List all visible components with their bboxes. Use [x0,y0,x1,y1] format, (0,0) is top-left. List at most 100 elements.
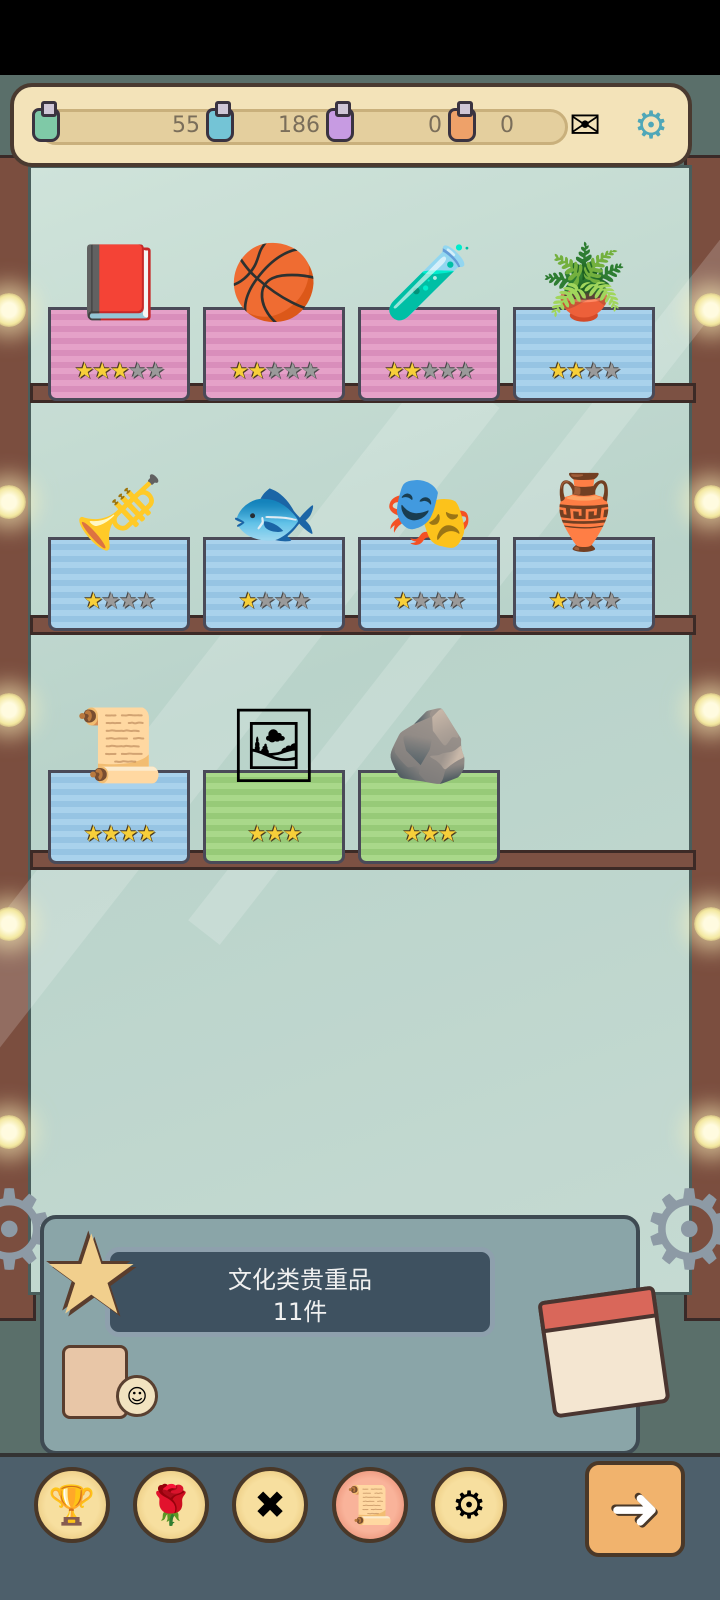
basketball-icon[interactable]: 🏀 [219,227,329,337]
star-icon: ★ [274,589,294,614]
star-icon: ★ [411,589,431,614]
star-icon: ★ [127,359,148,384]
nav-artifact-button[interactable]: 📜 [332,1467,408,1543]
star-icon: ★ [446,589,467,614]
carved-stone-icon[interactable]: 🪨 [374,690,484,800]
resource-counter [32,101,60,145]
coin-icon: ☺ [116,1375,158,1417]
resource-counter: 0 [392,101,476,145]
resource-counter: 55 [150,101,234,145]
ornate-plaque-icon[interactable]: 🖼 [219,690,329,800]
star-icon: ★ [300,359,321,384]
star-rating: ★★★★ [206,589,342,614]
star-icon: ★ [101,589,121,614]
nav-bones-button[interactable]: ✖ [232,1467,308,1543]
bulb-icon [694,1115,720,1149]
resource-value: 186 [278,112,320,138]
teal-ink-bottle-icon [206,101,234,142]
star-icon: ★ [429,589,449,614]
star-rating: ★★★★ [361,589,497,614]
star-icon: ★ [110,359,130,384]
star-icon: ★ [455,359,476,384]
calendar-icon[interactable] [537,1285,671,1419]
star-rating: ★★★★★ [206,359,342,384]
rose-icon: 🌹 [147,1482,195,1527]
collection-info-screen: 文化类贵重品 11件 [105,1247,495,1337]
star-icon: ★ [92,359,112,384]
star-icon: ★ [548,359,569,384]
star-icon: ★ [265,822,285,847]
star-rating: ★★★ [206,822,342,847]
resource-value: 55 [172,112,200,138]
nav-gear-button[interactable]: ⚙ [431,1467,507,1543]
star-icon: ★ [384,359,405,384]
bulb-icon [694,693,720,727]
orange-ink-bottle-icon [448,101,476,142]
star-icon: ★ [101,822,121,847]
bulb-icon [694,293,720,327]
star-rating: ★★★★★ [51,359,187,384]
potted-plant-icon[interactable]: 🪴 [529,227,639,337]
smoking-pipe-icon[interactable]: 🎺 [64,457,174,567]
star-icon: ★ [402,359,422,384]
cog-icon: ⚙ [451,1483,487,1527]
star-icon: ★ [265,359,285,384]
bulb-icon [694,485,720,519]
star-icon: ★ [437,359,458,384]
star-icon: ★ [256,589,276,614]
star-icon: ★ [74,359,95,384]
star-icon: ★ [437,822,458,847]
crossed-bones-icon: ✖ [254,1483,286,1527]
ancient-scroll-icon[interactable]: 📜 [64,690,174,800]
mail-icon[interactable]: ✉ [560,101,610,149]
star-icon: ★ [420,822,440,847]
nav-trophy-button[interactable]: 🏆 [34,1467,110,1543]
star-icon: ★ [83,822,104,847]
resource-counter: 0 [500,105,514,145]
resource-value: 0 [428,112,442,138]
next-button[interactable]: ➜ [585,1461,685,1557]
star-icon: ★ [282,359,303,384]
star-icon: ★ [584,359,604,384]
tribal-mask-icon[interactable]: 🎭 [374,457,484,567]
star-icon: ★ [566,359,586,384]
star-icon: ★ [145,359,166,384]
bulb-icon [694,907,720,941]
star-icon: ★ [291,589,312,614]
status-bar [0,0,720,75]
spellbook-icon[interactable]: 📕 [64,227,174,337]
fish-skeleton-icon[interactable]: 🐟 [219,457,329,567]
trophy-icon: 🏆 [48,1482,96,1527]
star-icon: ★ [119,822,139,847]
star-icon: ★ [229,359,250,384]
star-icon: ★ [601,359,622,384]
arrow-right-icon: ➜ [609,1474,661,1544]
artifact-icon: 📜 [346,1482,394,1527]
incense-burner-icon[interactable]: 🏺 [529,457,639,567]
star-icon: ★ [136,589,157,614]
bottom-nav: 🏆 🌹 ✖ 📜 ⚙ ➜ [0,1453,720,1600]
star-icon: ★ [282,822,303,847]
star-icon: ★ [393,589,414,614]
game-scene: 55 186 0 0 ✉ ⚙ ★★★★★ 📕 ★★★★★ 🏀 ★★★★★ 🧪 ★★★★ 🪴 ★★★★ 🎺… [0,75,720,1600]
star-icon: ★ [420,359,440,384]
star-icon: ★ [247,822,267,847]
star-trophy-icon[interactable]: ★ [42,1220,141,1330]
trophy-base [62,1345,128,1419]
star-icon: ★ [83,589,104,614]
star-rating: ★★★★ [51,822,187,847]
resource-value: 0 [500,112,514,138]
poison-bottle-icon[interactable]: 🧪 [374,227,484,337]
star-icon: ★ [601,589,622,614]
gear-icon[interactable]: ⚙ [626,101,676,149]
nav-rose-button[interactable]: 🌹 [133,1467,209,1543]
gear-decoration-icon: ⚙ [640,1166,720,1294]
star-icon: ★ [402,822,422,847]
star-icon: ★ [584,589,604,614]
star-icon: ★ [548,589,569,614]
star-rating: ★★★★ [516,359,652,384]
star-icon: ★ [119,589,139,614]
star-rating: ★★★★ [516,589,652,614]
star-rating: ★★★★★ [361,359,497,384]
collection-count: 11件 [272,1298,328,1326]
